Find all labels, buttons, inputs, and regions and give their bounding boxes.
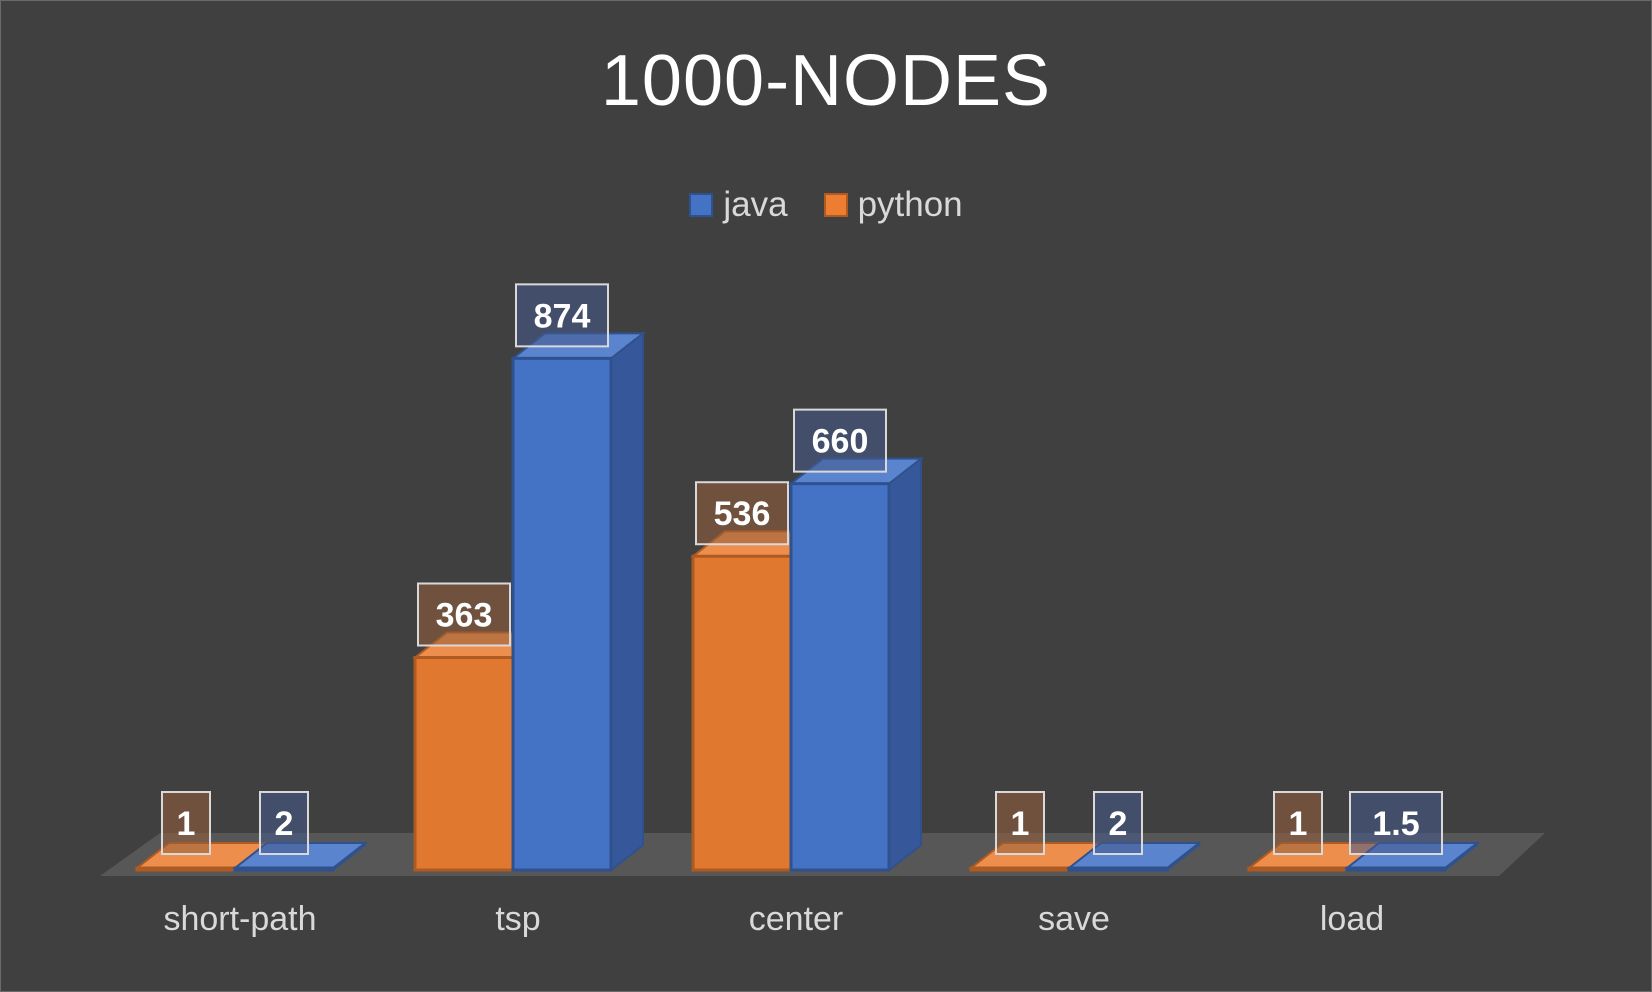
svg-text:874: 874 [534,297,591,335]
plot-area: short-path 1 2 tsp 363 874 center 536 660 save 1 2 l… [100,283,1545,938]
svg-text:1: 1 [1011,805,1030,843]
data-label-python-tsp: 363 [417,582,511,647]
svg-text:660: 660 [812,423,869,461]
svg-text:536: 536 [714,495,771,533]
category-label: short-path [163,900,316,938]
data-label-java-short-path: 2 [259,791,309,855]
category-label: center [749,900,844,938]
data-label-java-load: 1.5 [1349,791,1443,855]
svg-text:2: 2 [1109,805,1128,843]
data-label-python-save: 1 [995,791,1045,855]
svg-text:363: 363 [436,596,493,634]
data-label-java-save: 2 [1093,791,1143,855]
category-label: tsp [495,900,540,938]
bar-java-tsp [510,331,646,873]
svg-text:1: 1 [177,805,196,843]
data-label-java-center: 660 [793,408,887,473]
category-label: load [1320,900,1384,938]
data-label-java-tsp: 874 [515,283,609,348]
bar-java-center [788,456,924,873]
category-label: save [1038,900,1110,938]
data-label-python-load: 1 [1273,791,1323,855]
svg-text:1.5: 1.5 [1372,805,1419,843]
svg-text:1: 1 [1289,805,1308,843]
data-label-python-short-path: 1 [161,791,211,855]
data-label-python-center: 536 [695,481,789,546]
svg-text:2: 2 [275,805,294,843]
